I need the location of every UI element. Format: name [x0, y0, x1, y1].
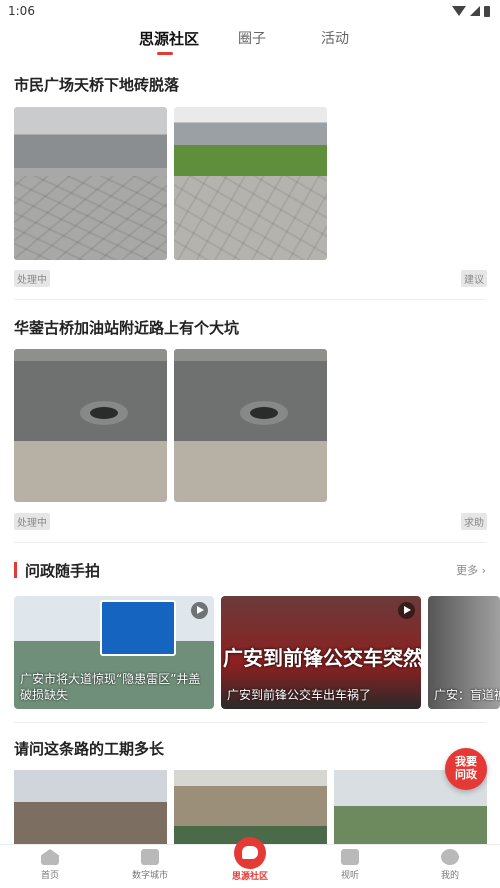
signal-icon	[470, 6, 480, 16]
nav-item-digital-city[interactable]: 数字城市	[110, 849, 190, 881]
video-card[interactable]: 广安市将大道惊现“隐患雷区”井盖破损缺失	[14, 596, 214, 709]
nav-label: 视听	[340, 871, 359, 881]
status-badge: 处理中	[14, 270, 50, 287]
profile-icon	[441, 849, 459, 865]
play-icon	[191, 602, 208, 619]
pothole-shape	[250, 407, 278, 419]
nav-item-profile[interactable]: 我的	[410, 849, 490, 881]
category-badge: 建议	[461, 270, 487, 287]
nav-item-community[interactable]: 思源社区	[210, 869, 290, 882]
wifi-icon	[452, 6, 466, 16]
nav-item-video[interactable]: 视听	[310, 849, 390, 881]
nav-label: 首页	[40, 871, 59, 881]
section-header: 问政随手拍 更多 ›	[14, 560, 486, 580]
video-caption: 广安市将大道惊现“隐患雷区”井盖破损缺失	[20, 672, 201, 702]
tab-community[interactable]: 思源社区	[139, 28, 199, 49]
video-caption: 广安到前锋公交车出车祸了	[227, 688, 372, 702]
post-photo[interactable]	[14, 770, 167, 850]
top-tabs: 思源社区 圈子 活动	[0, 22, 500, 58]
section-accent-bar	[14, 562, 17, 578]
fab-label-line2: 问政	[455, 768, 477, 781]
nav-label: 思源社区	[231, 872, 268, 882]
post-photo[interactable]	[14, 349, 167, 502]
video-banner-text: 广安到前锋公交车突然事故	[223, 646, 421, 670]
post-title[interactable]: 华蓥古桥加油站附近路上有个大坑	[14, 317, 239, 338]
video-icon	[341, 849, 359, 865]
post-photo[interactable]	[174, 107, 327, 260]
ask-government-button[interactable]: 我要 问政	[445, 748, 487, 790]
play-icon	[398, 602, 415, 619]
video-card[interactable]: 广安到前锋公交车突然事故 广安到前锋公交车出车祸了	[221, 596, 421, 709]
video-caption: 广安：盲道被	[434, 688, 500, 702]
status-time: 1:06	[8, 4, 35, 18]
section-title: 问政随手拍	[25, 562, 101, 580]
nav-label: 我的	[440, 871, 459, 881]
post-photo[interactable]	[14, 107, 167, 260]
community-icon[interactable]	[234, 837, 266, 869]
category-badge: 求助	[461, 513, 487, 530]
status-icons	[452, 5, 490, 17]
home-icon	[41, 849, 59, 865]
tab-events[interactable]: 活动	[321, 28, 349, 48]
divider	[14, 542, 486, 543]
city-icon	[141, 849, 159, 865]
battery-icon	[484, 5, 490, 17]
post-title[interactable]: 市民广场天桥下地砖脱落	[14, 74, 179, 95]
video-card[interactable]: 广安：盲道被	[428, 596, 500, 709]
bottom-nav: 首页 数字城市 思源社区 视听 我的	[0, 837, 500, 888]
active-tab-indicator	[157, 52, 173, 55]
road-sign-shape	[100, 600, 176, 656]
status-bar: 1:06	[0, 0, 500, 22]
more-link[interactable]: 更多 ›	[456, 562, 486, 578]
tab-circle[interactable]: 圈子	[238, 28, 266, 48]
chevron-right-icon: ›	[481, 564, 486, 577]
divider	[14, 299, 486, 300]
nav-label: 数字城市	[131, 871, 168, 881]
more-label: 更多	[456, 564, 479, 577]
divider	[14, 722, 486, 723]
pothole-shape	[90, 407, 118, 419]
post-title[interactable]: 请问这条路的工期多长	[14, 738, 164, 759]
nav-item-home[interactable]: 首页	[10, 849, 90, 881]
post-photo[interactable]	[174, 349, 327, 502]
status-badge: 处理中	[14, 513, 50, 530]
fab-label-line1: 我要	[455, 755, 477, 768]
